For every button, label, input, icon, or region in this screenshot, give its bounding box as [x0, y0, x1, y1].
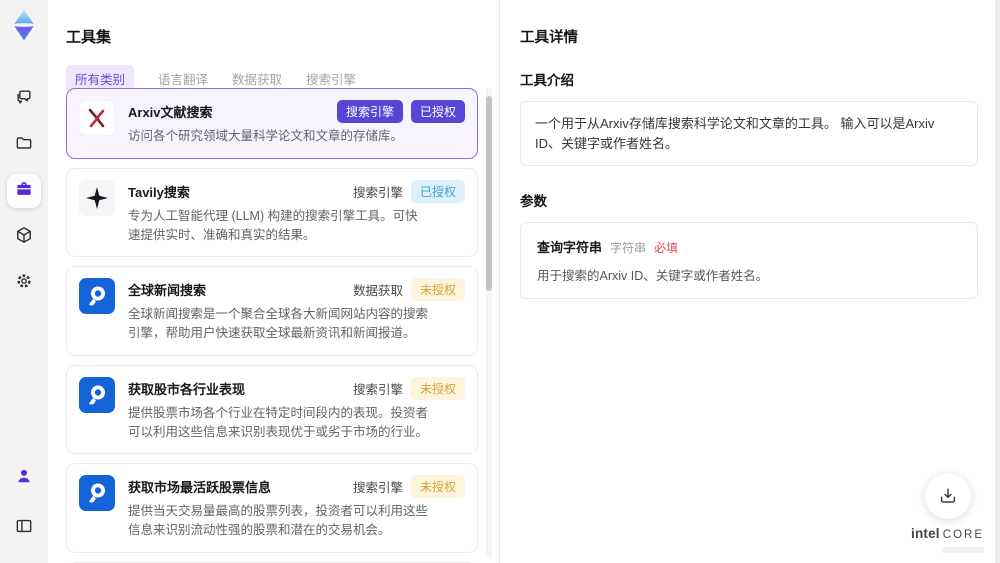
sidebar-bottom [7, 455, 41, 551]
param-description: 用于搜索的Arxiv ID、关键字或作者姓名。 [537, 269, 769, 283]
window-scrollbar[interactable] [995, 0, 1000, 563]
gear-icon [14, 271, 34, 296]
param-type: 字符串 [610, 241, 647, 255]
intro-heading: 工具介绍 [520, 73, 574, 88]
tool-category-tag: 搜索引擎 [352, 185, 403, 200]
tool-name: 获取市场最活跃股票信息 [128, 480, 272, 496]
page-title: 工具集 [66, 29, 112, 46]
sidebar-item user-icon[interactable] [7, 461, 41, 495]
tool-category-tag: 搜索引擎 [352, 382, 403, 397]
blue-search-icon [79, 376, 115, 413]
tool-auth-badge: 已授权 [410, 179, 465, 203]
param-item: 查询字符串 字符串 必填 用于搜索的Arxiv ID、关键字或作者姓名。 [520, 222, 978, 299]
app-root: 工具集 所有类别 语言翻译 数据获取 搜索引擎 Arxiv文献搜索 搜索引擎 已授权 … [0, 0, 1000, 563]
list-scrollbar-thumb[interactable] [486, 96, 492, 291]
brand-sub-badge [942, 547, 984, 553]
tool-name: Tavily搜索 [128, 184, 190, 200]
brand-name: intel [911, 526, 940, 542]
corner-widgets: intel core [911, 473, 984, 553]
intel-core-logo: intel core [911, 525, 984, 553]
tool-description: 全球新闻搜索是一个聚合全球各大新闻网站内容的搜索引擎，帮助用户快速获取全球最新资… [128, 307, 429, 340]
tool-intro-box: 一个用于从Arxiv存储库搜索科学论文和文章的工具。 输入可以是Arxiv ID… [520, 101, 978, 166]
tool-intro-text: 一个用于从Arxiv存储库搜索科学论文和文章的工具。 输入可以是Arxiv ID… [535, 116, 935, 151]
tool-name: 全球新闻搜索 [128, 283, 207, 299]
folder-icon [14, 133, 34, 158]
tool-detail-panel: 工具详情 工具介绍 一个用于从Arxiv存储库搜索科学论文和文章的工具。 输入可… [500, 0, 1000, 563]
tool-card[interactable]: 全球新闻搜索 数据获取 未授权 全球新闻搜索是一个聚合全球各大新闻网站内容的搜索… [66, 266, 478, 356]
download-button download-tray-icon[interactable] [924, 473, 971, 520]
tool-name: Arxiv文献搜索 [128, 105, 213, 120]
tool-card-list: Arxiv文献搜索 搜索引擎 已授权 访问各个研究领域大量科学论文和文章的存储库… [66, 88, 478, 563]
sidebar-item chat-icon[interactable] [7, 82, 41, 116]
tool-auth-badge: 已授权 [410, 100, 465, 123]
brand-product: core [942, 529, 984, 542]
tool-auth-badge: 未授权 [410, 376, 465, 400]
tool-name: 获取股市各行业表现 [128, 381, 246, 397]
tool-description: 专为人工智能代理 (LLM) 构建的搜索引擎工具。可快速提供实时、准确和真实的结… [128, 208, 418, 242]
tool-card[interactable]: 获取市场最活跃股票信息 搜索引擎 未授权 提供当天交易量最高的股票列表，投资者可… [66, 463, 478, 553]
app-logo gradient-diamond-logo [5, 6, 43, 44]
list-scrollbar[interactable] [486, 88, 492, 559]
tool-category-tag: 搜索引擎 [352, 481, 403, 496]
tavily-star-icon [79, 179, 115, 216]
detail-title: 工具详情 [520, 30, 578, 46]
tool-card[interactable]: 获取股市各行业表现 搜索引擎 未授权 提供股票市场各个行业在特定时间段内的表现。… [66, 364, 478, 455]
sidebar-item cube-icon[interactable] [7, 220, 41, 254]
sidebar-item gear-icon[interactable] [7, 266, 41, 300]
chat-icon [14, 87, 34, 112]
tool-card[interactable]: Arxiv文献搜索 搜索引擎 已授权 访问各个研究领域大量科学论文和文章的存储库… [66, 88, 478, 159]
param-required-flag: 必填 [654, 241, 679, 255]
panel-toggle-icon [14, 516, 34, 541]
tool-description: 访问各个研究领域大量科学论文和文章的存储库。 [128, 129, 404, 143]
blue-search-icon [79, 475, 115, 512]
tool-category-tag: 搜索引擎 [336, 100, 403, 123]
toolbox-icon [14, 179, 34, 204]
sidebar-item folder-icon[interactable] [7, 128, 41, 162]
tool-category-tag: 数据获取 [352, 284, 403, 299]
blue-search-icon [79, 278, 115, 315]
param-name: 查询字符串 [537, 240, 603, 255]
sidebar-item panel-toggle-icon[interactable] [7, 511, 41, 545]
tool-description: 提供当天交易量最高的股票列表，投资者可以利用这些信息来识别流动性强的股票和潜在的… [128, 504, 429, 537]
tool-auth-badge: 未授权 [410, 278, 465, 302]
cube-icon [14, 225, 34, 250]
arxiv-icon [78, 99, 116, 137]
tool-auth-badge: 未授权 [410, 475, 465, 499]
params-heading: 参数 [520, 194, 547, 209]
sidebar [0, 0, 48, 563]
sidebar-item toolbox-icon[interactable] [7, 174, 41, 208]
param-list: 查询字符串 字符串 必填 用于搜索的Arxiv ID、关键字或作者姓名。 [520, 222, 978, 299]
user-icon [14, 466, 34, 491]
tool-card[interactable]: Tavily搜索 搜索引擎 已授权 专为人工智能代理 (LLM) 构建的搜索引擎… [66, 167, 478, 258]
tool-list-panel: 工具集 所有类别 语言翻译 数据获取 搜索引擎 Arxiv文献搜索 搜索引擎 已授权 … [48, 0, 500, 563]
tool-description: 提供股票市场各个行业在特定时间段内的表现。投资者可以利用这些信息来识别表现优于或… [128, 405, 429, 439]
sidebar-nav [7, 76, 41, 306]
